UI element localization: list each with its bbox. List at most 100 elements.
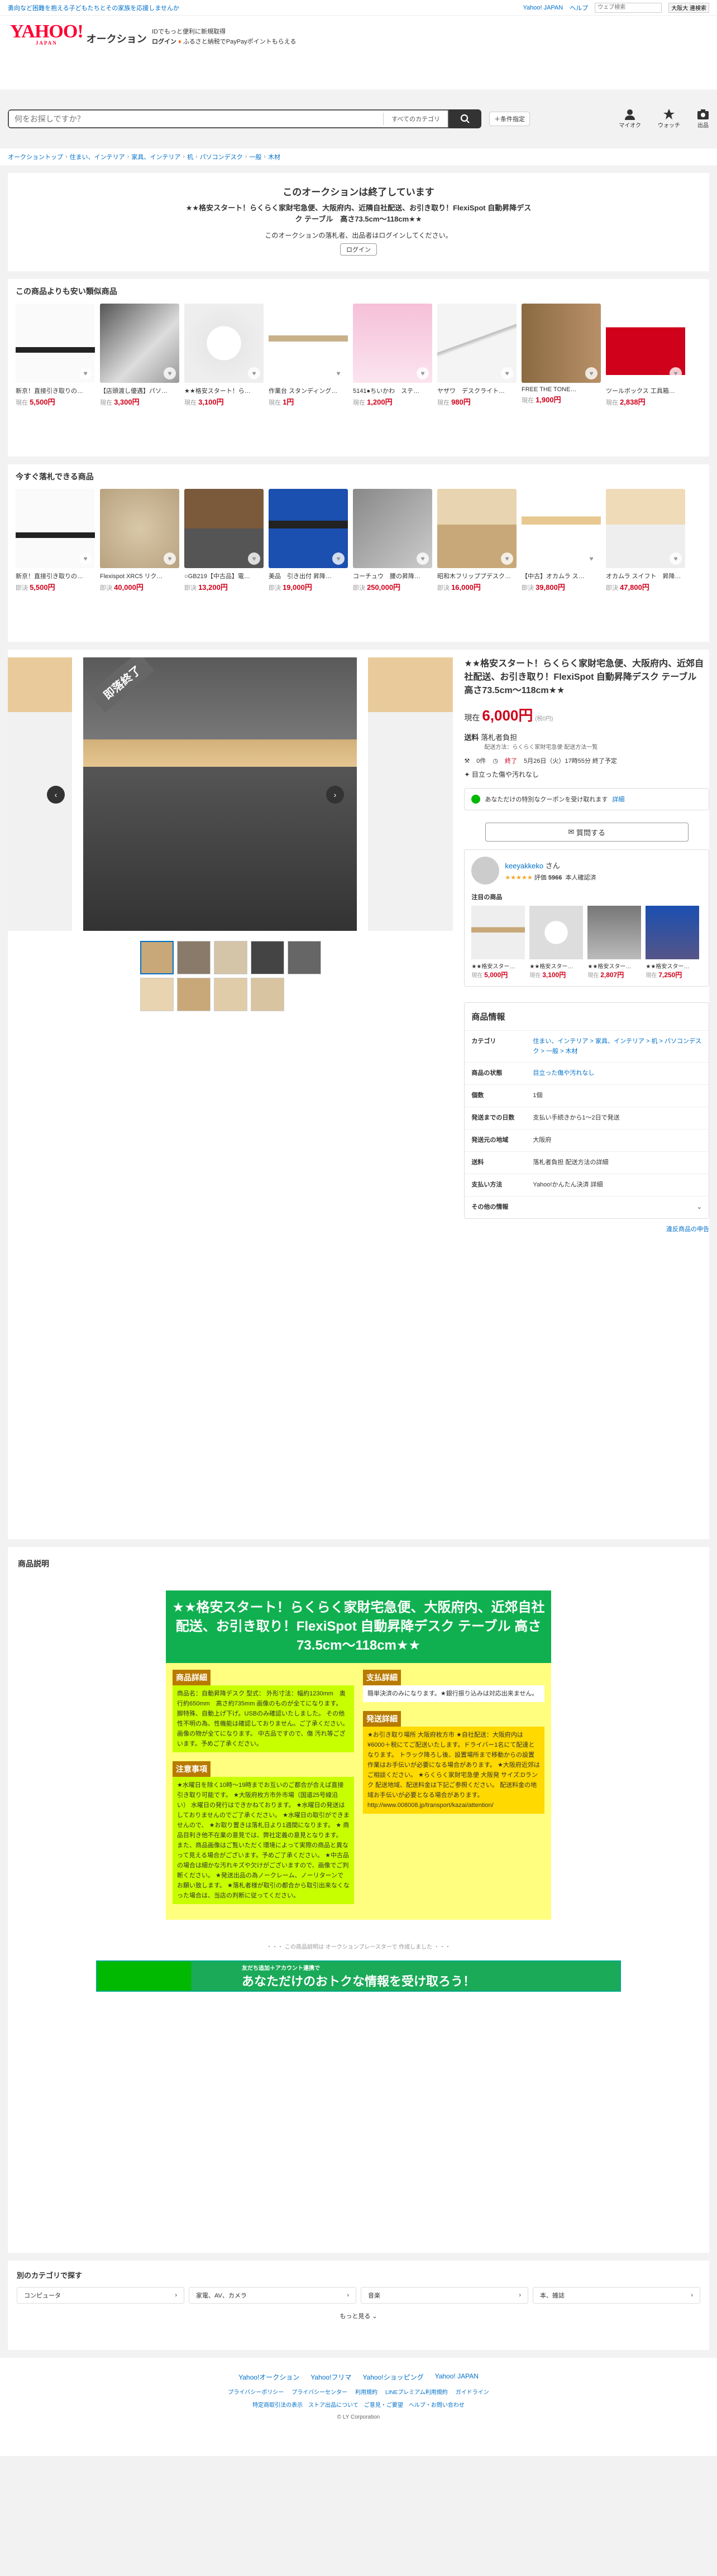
other-info-toggle[interactable]: その他の情報 ⌄ — [465, 1196, 709, 1218]
heart-icon[interactable]: ♥ — [332, 552, 345, 565]
product-card[interactable]: ♥ ○GB219【中古品】電… 即決 13,200円 — [184, 489, 264, 592]
product-card[interactable]: ♥ 作業台 スタンディング… 現在 1円 — [269, 304, 348, 407]
yahoo-japan-link[interactable]: Yahoo! JAPAN — [523, 4, 563, 11]
heart-icon[interactable]: ♥ — [501, 367, 513, 379]
product-card[interactable]: ♥ ★★格安スタート！ら… 現在 3,100円 — [184, 304, 264, 407]
category-link[interactable]: コンピュータ › — [17, 2287, 184, 2304]
footer-link[interactable]: 特定商取引法の表示 — [252, 2400, 303, 2409]
product-card[interactable]: ♥ FREE THE TONE… 現在 1,900円 — [522, 304, 601, 407]
breadcrumb-item[interactable]: 家具、インテリア — [131, 152, 180, 161]
product-card[interactable]: ♥ 新京！直接引き取りの… 即決 5,500円 — [16, 489, 95, 592]
product-card[interactable]: ♥ ツールボックス 工具箱… 現在 2,838円 — [606, 304, 685, 407]
category-link[interactable]: 住まい、インテリア > 家具、インテリア > 机 > パソコンデスク > 一般 … — [533, 1038, 701, 1055]
product-card[interactable]: ♥ 【店頭渡し優遇】パソ… 現在 3,300円 — [100, 304, 179, 407]
heart-icon[interactable]: ♥ — [417, 367, 429, 379]
category-select[interactable]: すべてのカテゴリ — [383, 113, 448, 125]
breadcrumb-item[interactable]: 木材 — [268, 152, 280, 161]
footer-link[interactable]: Yahoo!フリマ — [310, 2372, 351, 2382]
paypay-promo[interactable]: ふるさと納税でPayPayポイントもらえる — [183, 39, 297, 45]
sell-button[interactable]: 出品 — [697, 108, 709, 129]
thumbnail[interactable] — [250, 941, 284, 974]
heart-icon[interactable]: ♥ — [585, 552, 598, 565]
product-card[interactable]: ♥ 美品 引き出付 昇降… 即決 19,000円 — [269, 489, 348, 592]
condition-button[interactable]: ＋条件指定 — [489, 112, 530, 126]
product-card[interactable]: ♥ Flexispot XRC5 リク… 即決 40,000円 — [100, 489, 179, 592]
web-search-button[interactable]: 大阪大 連検索 — [668, 2, 709, 13]
search-button[interactable] — [449, 109, 481, 128]
thumbnail[interactable] — [140, 941, 174, 974]
product-card[interactable]: ♥ コーチュウ 腰の昇降… 即決 250,000円 — [353, 489, 432, 592]
thumbnail[interactable] — [250, 978, 284, 1011]
thumbnail[interactable] — [176, 978, 211, 1011]
thumbnail[interactable] — [213, 941, 247, 974]
heart-icon[interactable]: ♥ — [164, 552, 176, 565]
ended-login-button[interactable]: ログイン — [340, 243, 377, 256]
heart-icon[interactable]: ♥ — [501, 552, 513, 565]
thumbnail[interactable] — [176, 941, 211, 974]
footer-link[interactable]: ガイドライン — [456, 2387, 489, 2396]
breadcrumb-item[interactable]: 一般 — [249, 152, 261, 161]
product-card[interactable]: ♥ 昭和木フリッププデスク… 即決 16,000円 — [437, 489, 517, 592]
web-search-input[interactable] — [595, 2, 662, 13]
breadcrumb-item[interactable]: オークショントップ — [8, 152, 63, 161]
heart-icon[interactable]: ♥ — [248, 367, 260, 379]
help-link[interactable]: ヘルプ — [570, 3, 588, 12]
seller-item[interactable]: ★★格安スター… 現在 3,100円 — [529, 906, 584, 979]
seller-item[interactable]: ★★格安スター… 現在 5,000円 — [471, 906, 525, 979]
footer-link[interactable]: ヘルプ・お問い合わせ — [409, 2400, 465, 2409]
prev-arrow-icon[interactable]: ‹ — [47, 786, 65, 804]
product-card[interactable]: ♥ オカムラ スイフト 昇降… 即決 47,800円 — [606, 489, 685, 592]
watch-button[interactable]: ウォッチ — [658, 108, 680, 129]
footer-link[interactable]: ストア出品について — [308, 2400, 358, 2409]
heart-icon[interactable]: ♥ — [585, 367, 598, 379]
heart-icon[interactable]: ♥ — [670, 367, 682, 379]
logo[interactable]: YAHOO! JAPAN オークション — [10, 22, 707, 46]
seller-item[interactable]: ★★格安スター… 現在 2,807円 — [587, 906, 642, 979]
thumbnail[interactable] — [213, 978, 247, 1011]
avatar[interactable] — [471, 857, 500, 885]
heart-icon[interactable]: ♥ — [670, 552, 682, 565]
breadcrumb-item[interactable]: 住まい、インテリア — [70, 152, 125, 161]
section-title: この商品よりも安い類似商品 — [16, 287, 117, 296]
heart-icon[interactable]: ♥ — [164, 367, 176, 379]
category-link[interactable]: 本、雑誌 › — [533, 2287, 700, 2304]
my-auction-button[interactable]: マイオク — [619, 108, 641, 129]
main-image[interactable]: 即落終了 ‹ › — [8, 657, 453, 931]
breadcrumb-item[interactable]: 机 — [187, 152, 193, 161]
product-card[interactable]: ♥ ヤザワ デスクライト… 現在 980円 — [437, 304, 517, 407]
heart-icon[interactable]: ♥ — [79, 552, 92, 565]
coupon-banner[interactable]: あなただけの特別なクーポンを受け取れます 詳細 — [464, 788, 709, 810]
report-link[interactable]: 違反商品の申告 — [666, 1226, 709, 1233]
id-tagline[interactable]: IDでもっと便利に新規取得 — [152, 27, 296, 37]
seller-item[interactable]: ★★格安スター… 現在 7,250円 — [646, 906, 700, 979]
product-card[interactable]: ♥ 【中古】オカムラ ス… 即決 39,800円 — [522, 489, 601, 592]
condition-link[interactable]: 目立った傷や汚れなし — [533, 1070, 594, 1076]
footer-link[interactable]: LINEプレミアム利用規約 — [385, 2387, 448, 2396]
next-arrow-icon[interactable]: › — [326, 786, 344, 804]
heart-icon[interactable]: ♥ — [79, 367, 92, 379]
question-button[interactable]: ✉ 質問する — [485, 823, 689, 842]
footer-link[interactable]: Yahoo! JAPAN — [435, 2372, 479, 2382]
thumbnail[interactable] — [140, 978, 174, 1011]
breadcrumb-item[interactable]: パソコンデスク — [200, 152, 243, 161]
heart-icon[interactable]: ♥ — [248, 552, 260, 565]
thumbnail[interactable] — [287, 941, 321, 974]
category-link[interactable]: 家電、AV、カメラ › — [189, 2287, 356, 2304]
login-link[interactable]: ログイン — [152, 39, 176, 45]
product-card[interactable]: ♥ 新京！直接引き取りの… 現在 5,500円 — [16, 304, 95, 407]
category-link[interactable]: 音楽 › — [361, 2287, 528, 2304]
seller-name[interactable]: keeyakkeko — [505, 862, 543, 870]
more-button[interactable]: もっと見る ⌄ — [17, 2311, 700, 2320]
promo-link[interactable]: 勇向など困難を抱える子どもたちとその家族を応援しませんか — [8, 3, 179, 12]
footer-link[interactable]: プライバシーポリシー — [228, 2387, 284, 2396]
footer-link[interactable]: ご意見・ご要望 — [364, 2400, 403, 2409]
product-card[interactable]: ♥ 5141●ちいかわ ステ… 現在 1,200円 — [353, 304, 432, 407]
footer-link[interactable]: Yahoo!オークション — [238, 2372, 299, 2382]
line-promo-banner[interactable]: 友だち追加＋アカウント連携で あなただけのおトクな情報を受け取ろう！ — [96, 1960, 621, 1992]
footer-link[interactable]: プライバシーセンター — [291, 2387, 347, 2396]
footer-link[interactable]: 利用規約 — [355, 2387, 377, 2396]
search-input[interactable] — [9, 111, 384, 127]
heart-icon[interactable]: ♥ — [417, 552, 429, 565]
footer-link[interactable]: Yahoo!ショッピング — [362, 2372, 423, 2382]
heart-icon[interactable]: ♥ — [332, 367, 345, 379]
